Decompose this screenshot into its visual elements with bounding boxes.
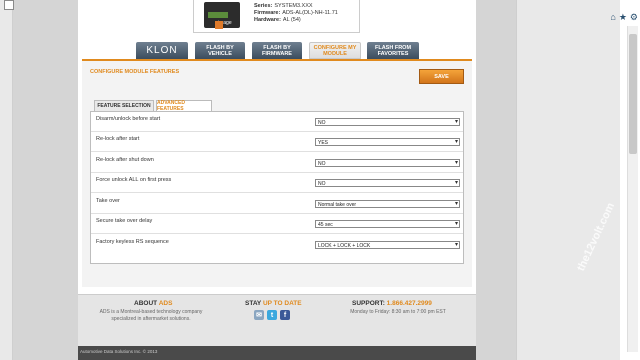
product-firmware: Firmware: ADS-AL(DL)-NH-11.71 (254, 10, 338, 16)
feature-row: Take over Normal take over ▾ (91, 194, 463, 214)
chevron-down-icon: ▾ (454, 221, 458, 227)
feature-select[interactable]: 45 sec ▾ (315, 220, 460, 228)
footer-about-title: ABOUT ADS (134, 300, 173, 307)
checkbox[interactable] (4, 0, 14, 10)
feature-label: Take over (96, 198, 120, 204)
facebook-icon[interactable]: f (280, 310, 290, 320)
feature-label: Force unlock ALL on first press (96, 177, 172, 183)
chevron-down-icon: ▾ (454, 242, 458, 248)
feature-row: Re-lock after shut down NO ▾ (91, 153, 463, 173)
feature-label: Re-lock after shut down (96, 157, 154, 163)
tab-feature-selection[interactable]: FEATURE SELECTION (94, 100, 154, 111)
tab-configure-my-module[interactable]: CONFIGURE MY MODULE (309, 42, 361, 59)
browser-page: image Series: SYSTEM3.XXX Firmware: ADS-AL… (0, 0, 621, 360)
footer-support-title: SUPPORT: 1.866.427.2999 (352, 300, 432, 307)
home-icon[interactable]: ⌂ (610, 12, 615, 23)
feature-select[interactable]: YES ▾ (315, 138, 460, 146)
tab-flash-by-firmware[interactable]: FLASH BY FIRMWARE (252, 42, 302, 59)
product-hardware: Hardware: AL (54) (254, 17, 301, 23)
features-form: Disarm/unlock before start NO ▾ Re-lock a… (90, 111, 464, 264)
save-button[interactable]: SAVE (419, 69, 464, 84)
feature-label: Re-lock after start (96, 136, 140, 142)
feature-row: Factory keyless RS sequence LOCK + LOCK … (91, 235, 463, 255)
star-icon[interactable]: ★ (619, 12, 627, 23)
left-margin (0, 0, 14, 360)
feature-row: Disarm/unlock before start NO ▾ (91, 112, 463, 132)
chevron-down-icon: ▾ (454, 139, 458, 145)
feature-row: Force unlock ALL on first press NO ▾ (91, 173, 463, 193)
feature-select[interactable]: Normal take over ▾ (315, 200, 460, 208)
feature-select[interactable]: NO ▾ (315, 159, 460, 167)
footer-support-text: Monday to Friday: 8:30 am to 7:00 pm EST (350, 309, 446, 315)
chevron-down-icon: ▾ (454, 180, 458, 186)
feature-label: Disarm/unlock before start (96, 116, 161, 122)
tab-flash-from-favorites[interactable]: FLASH FROM FAVORITES (367, 42, 419, 59)
right-margin (516, 0, 621, 360)
window-controls: ⌂ ★ ⚙ (610, 12, 638, 23)
gear-icon[interactable]: ⚙ (630, 12, 638, 23)
module-icon (215, 21, 223, 29)
chevron-down-icon: ▾ (454, 201, 458, 207)
feature-row: Secure take over delay 45 sec ▾ (91, 214, 463, 234)
page-title: CONFIGURE MODULE FEATURES (90, 69, 180, 75)
tab-flash-by-vehicle[interactable]: FLASH BY VEHICLE (195, 42, 245, 59)
twitter-icon[interactable]: t (267, 310, 277, 320)
footer-about-text: ADS is a Montreal-based technology compa… (99, 309, 203, 322)
chevron-down-icon: ▾ (454, 119, 458, 125)
tab-klon[interactable]: KLON (136, 42, 188, 59)
product-series: Series: SYSTEM3.XXX (254, 3, 313, 9)
email-icon[interactable]: ✉ (254, 310, 264, 320)
feature-label: Secure take over delay (96, 218, 153, 224)
feature-select[interactable]: NO ▾ (315, 118, 460, 126)
chevron-down-icon: ▾ (454, 160, 458, 166)
footer-stay-title: STAY UP TO DATE (245, 300, 302, 307)
copyright: Automotive Data Solutions Inc. © 2013 (80, 349, 158, 354)
tab-advanced-features[interactable]: ADVANCED FEATURES (156, 100, 212, 112)
feature-select[interactable]: NO ▾ (315, 179, 460, 187)
scrollbar-thumb[interactable] (629, 34, 637, 154)
feature-label: Factory keyless RS sequence (96, 239, 169, 245)
feature-row: Re-lock after start YES ▾ (91, 132, 463, 152)
feature-select[interactable]: LOCK + LOCK + LOCK ▾ (315, 241, 460, 249)
